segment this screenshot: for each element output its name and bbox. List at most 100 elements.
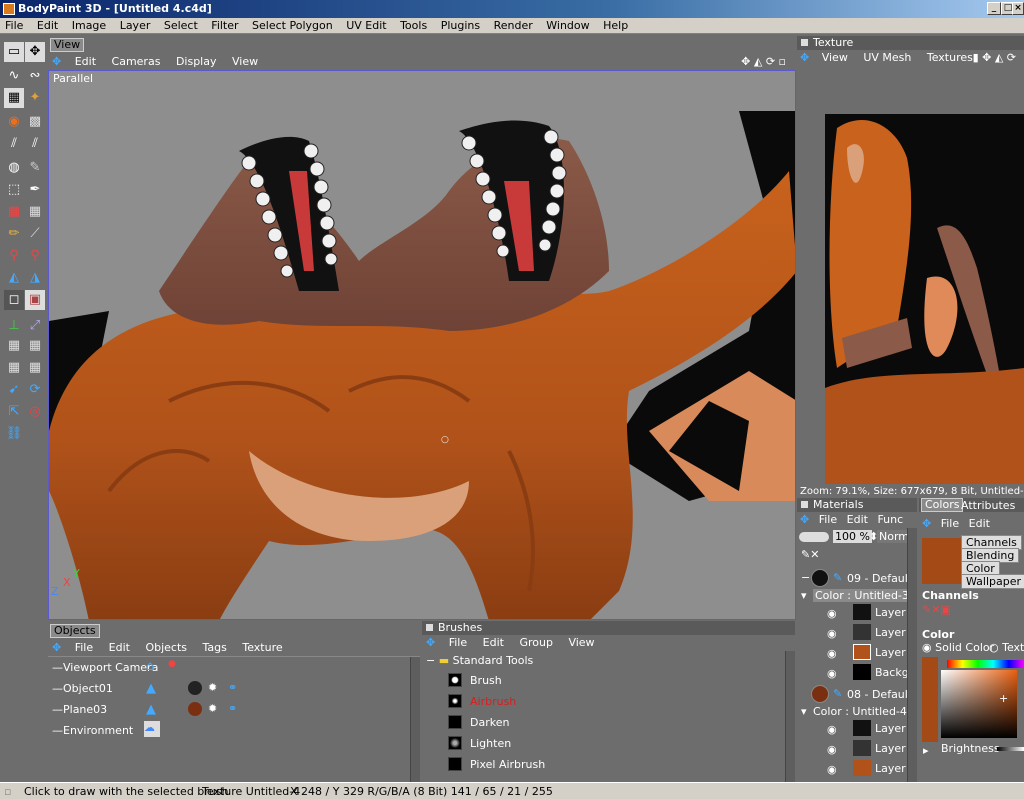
brushes-menu-edit[interactable]: Edit xyxy=(477,635,510,651)
minimize-button[interactable]: _ xyxy=(987,2,1001,15)
menu-plugins[interactable]: Plugins xyxy=(436,18,485,34)
menu-filter[interactable]: Filter xyxy=(206,18,243,34)
marquee-icon[interactable]: ⬚ xyxy=(4,180,24,200)
eye-icon[interactable]: ◉ xyxy=(827,723,837,736)
menu-tools[interactable]: Tools xyxy=(395,18,432,34)
hatch2-icon[interactable]: ⫽ xyxy=(25,134,45,154)
materials-menu-edit[interactable]: Edit xyxy=(844,512,871,528)
texture-canvas[interactable] xyxy=(797,68,1024,484)
move-tool-icon[interactable]: ✥ xyxy=(25,42,45,62)
brush-item[interactable]: Pixel Airbrush xyxy=(470,758,545,771)
checker2-icon[interactable]: ▦ xyxy=(25,202,45,222)
menu-render[interactable]: Render xyxy=(489,18,538,34)
hue-bar[interactable] xyxy=(947,660,1024,668)
checker3-icon[interactable]: ▦ xyxy=(4,336,24,356)
materials-menu-file[interactable]: File xyxy=(816,512,840,528)
smudge-icon[interactable]: ⟋ xyxy=(25,224,45,244)
menu-layer[interactable]: Layer xyxy=(115,18,156,34)
expand-icon[interactable]: − xyxy=(801,571,810,584)
menu-select[interactable]: Select xyxy=(159,18,203,34)
object-row[interactable]: —Environment xyxy=(52,724,133,737)
eye-icon[interactable]: ◉ xyxy=(827,763,837,776)
tab-colors[interactable]: Colors xyxy=(921,498,964,512)
material-sphere-icon[interactable] xyxy=(811,569,829,587)
texture-tool-icon[interactable]: ▣ xyxy=(25,290,45,310)
brush-group-row[interactable]: − ▬ Standard Tools xyxy=(426,654,533,667)
materials-scrollbar[interactable] xyxy=(907,528,917,782)
object-row[interactable]: —Object01 xyxy=(52,682,113,695)
link-icon[interactable]: ⛓ xyxy=(4,424,24,444)
objects-pin-icon[interactable]: ✥ xyxy=(48,640,65,656)
bucket-icon[interactable]: ◮ xyxy=(25,268,45,288)
material-sphere-icon[interactable] xyxy=(811,685,829,703)
checker-icon[interactable]: ▦ xyxy=(4,88,24,108)
object-name[interactable]: Viewport Camera xyxy=(63,661,158,674)
menu-edit[interactable]: Edit xyxy=(32,18,63,34)
material-tag-icon[interactable] xyxy=(188,681,202,695)
texture-tag-icon[interactable]: ✹ xyxy=(208,681,217,694)
eye-icon[interactable]: ◉ xyxy=(827,647,837,660)
objects-menu-tags[interactable]: Tags xyxy=(197,640,233,656)
material-name[interactable]: 09 - Default xyxy=(847,572,912,585)
select-tool-icon[interactable]: ▭ xyxy=(4,42,24,62)
object-name[interactable]: Plane03 xyxy=(63,703,107,716)
colors-pin-icon[interactable]: ✥ xyxy=(919,516,934,532)
brightness-arrow-icon[interactable]: ▸ xyxy=(923,744,929,757)
lasso-icon[interactable]: ∿ xyxy=(4,66,24,86)
sphere-icon[interactable]: ◍ xyxy=(4,158,24,178)
target-icon[interactable]: ◎ xyxy=(25,402,45,422)
eye-icon[interactable]: ◉ xyxy=(827,607,837,620)
brushes-scrollbar[interactable] xyxy=(785,651,795,782)
panel-grip-icon[interactable] xyxy=(801,501,808,508)
texture-pin-icon[interactable]: ✥ xyxy=(797,50,812,66)
objects-menu-edit[interactable]: Edit xyxy=(103,640,136,656)
paint-flag-icon[interactable]: ✎ xyxy=(833,571,842,584)
opacity-slider[interactable] xyxy=(799,532,829,542)
wallpaper-button[interactable]: Wallpaper xyxy=(961,574,1024,589)
objects-menu-texture[interactable]: Texture xyxy=(236,640,288,656)
brush-item[interactable]: Darken xyxy=(470,716,509,729)
paint-flag-icon[interactable]: ✎ xyxy=(833,687,842,700)
uvw-tag-icon[interactable]: ⚭ xyxy=(228,681,237,694)
expand-icon[interactable]: ▾ xyxy=(801,705,807,718)
texture-menu-uv-mesh[interactable]: UV Mesh xyxy=(857,50,917,66)
texture-radio[interactable]: ○ Textu xyxy=(989,641,1024,654)
tab-attributes[interactable]: Attributes xyxy=(961,499,1015,512)
colors-menu-edit[interactable]: Edit xyxy=(966,516,993,532)
view-pin-icon[interactable]: ✥ xyxy=(48,54,65,70)
brightness-slider[interactable] xyxy=(997,747,1024,751)
dropper2-icon[interactable]: ⚲ xyxy=(25,246,45,266)
panel-grip-icon[interactable] xyxy=(426,624,433,631)
view-tab[interactable]: View xyxy=(50,38,85,52)
brush-tool-icon[interactable]: ✎ xyxy=(25,158,45,178)
object-name[interactable]: Object01 xyxy=(63,682,113,695)
checker4-icon[interactable]: ▦ xyxy=(25,336,45,356)
scale-icon[interactable]: ⤢ xyxy=(25,316,45,336)
eye-icon[interactable]: ◉ xyxy=(827,667,837,680)
checker6-icon[interactable]: ▦ xyxy=(25,358,45,378)
hatch-icon[interactable]: ⫽ xyxy=(4,134,24,154)
move-axis-icon[interactable]: ⇱ xyxy=(4,402,24,422)
menu-image[interactable]: Image xyxy=(67,18,111,34)
visibility-dot-icon[interactable]: ● xyxy=(168,659,176,669)
view-nav-icons[interactable]: ✥ ◭ ⟳ ▫ xyxy=(735,54,792,70)
channel-tools-icon[interactable]: ✎✕▣ xyxy=(922,603,951,616)
view-menu-display[interactable]: Display xyxy=(170,54,223,70)
colors-menu-file[interactable]: File xyxy=(938,516,962,532)
brush-item[interactable]: Lighten xyxy=(470,737,511,750)
object-name[interactable]: Environment xyxy=(63,724,133,737)
eye-icon[interactable]: ◉ xyxy=(827,627,837,640)
close-button[interactable]: × xyxy=(1012,2,1024,15)
objects-menu-file[interactable]: File xyxy=(69,640,99,656)
object-row[interactable]: —Viewport Camera xyxy=(52,661,158,674)
view-menu-cameras[interactable]: Cameras xyxy=(106,54,167,70)
materials-pin-icon[interactable]: ✥ xyxy=(797,512,812,528)
texture-menu-view[interactable]: View xyxy=(816,50,854,66)
materials-menu-func[interactable]: Func xyxy=(874,512,906,528)
material-name[interactable]: 08 - Default xyxy=(847,688,912,701)
eye-icon[interactable]: ◉ xyxy=(827,743,837,756)
lasso-poly-icon[interactable]: ∾ xyxy=(25,66,45,86)
grid-icon[interactable]: ▩ xyxy=(25,112,45,132)
panel-grip-icon[interactable] xyxy=(801,39,808,46)
checker5-icon[interactable]: ▦ xyxy=(4,358,24,378)
